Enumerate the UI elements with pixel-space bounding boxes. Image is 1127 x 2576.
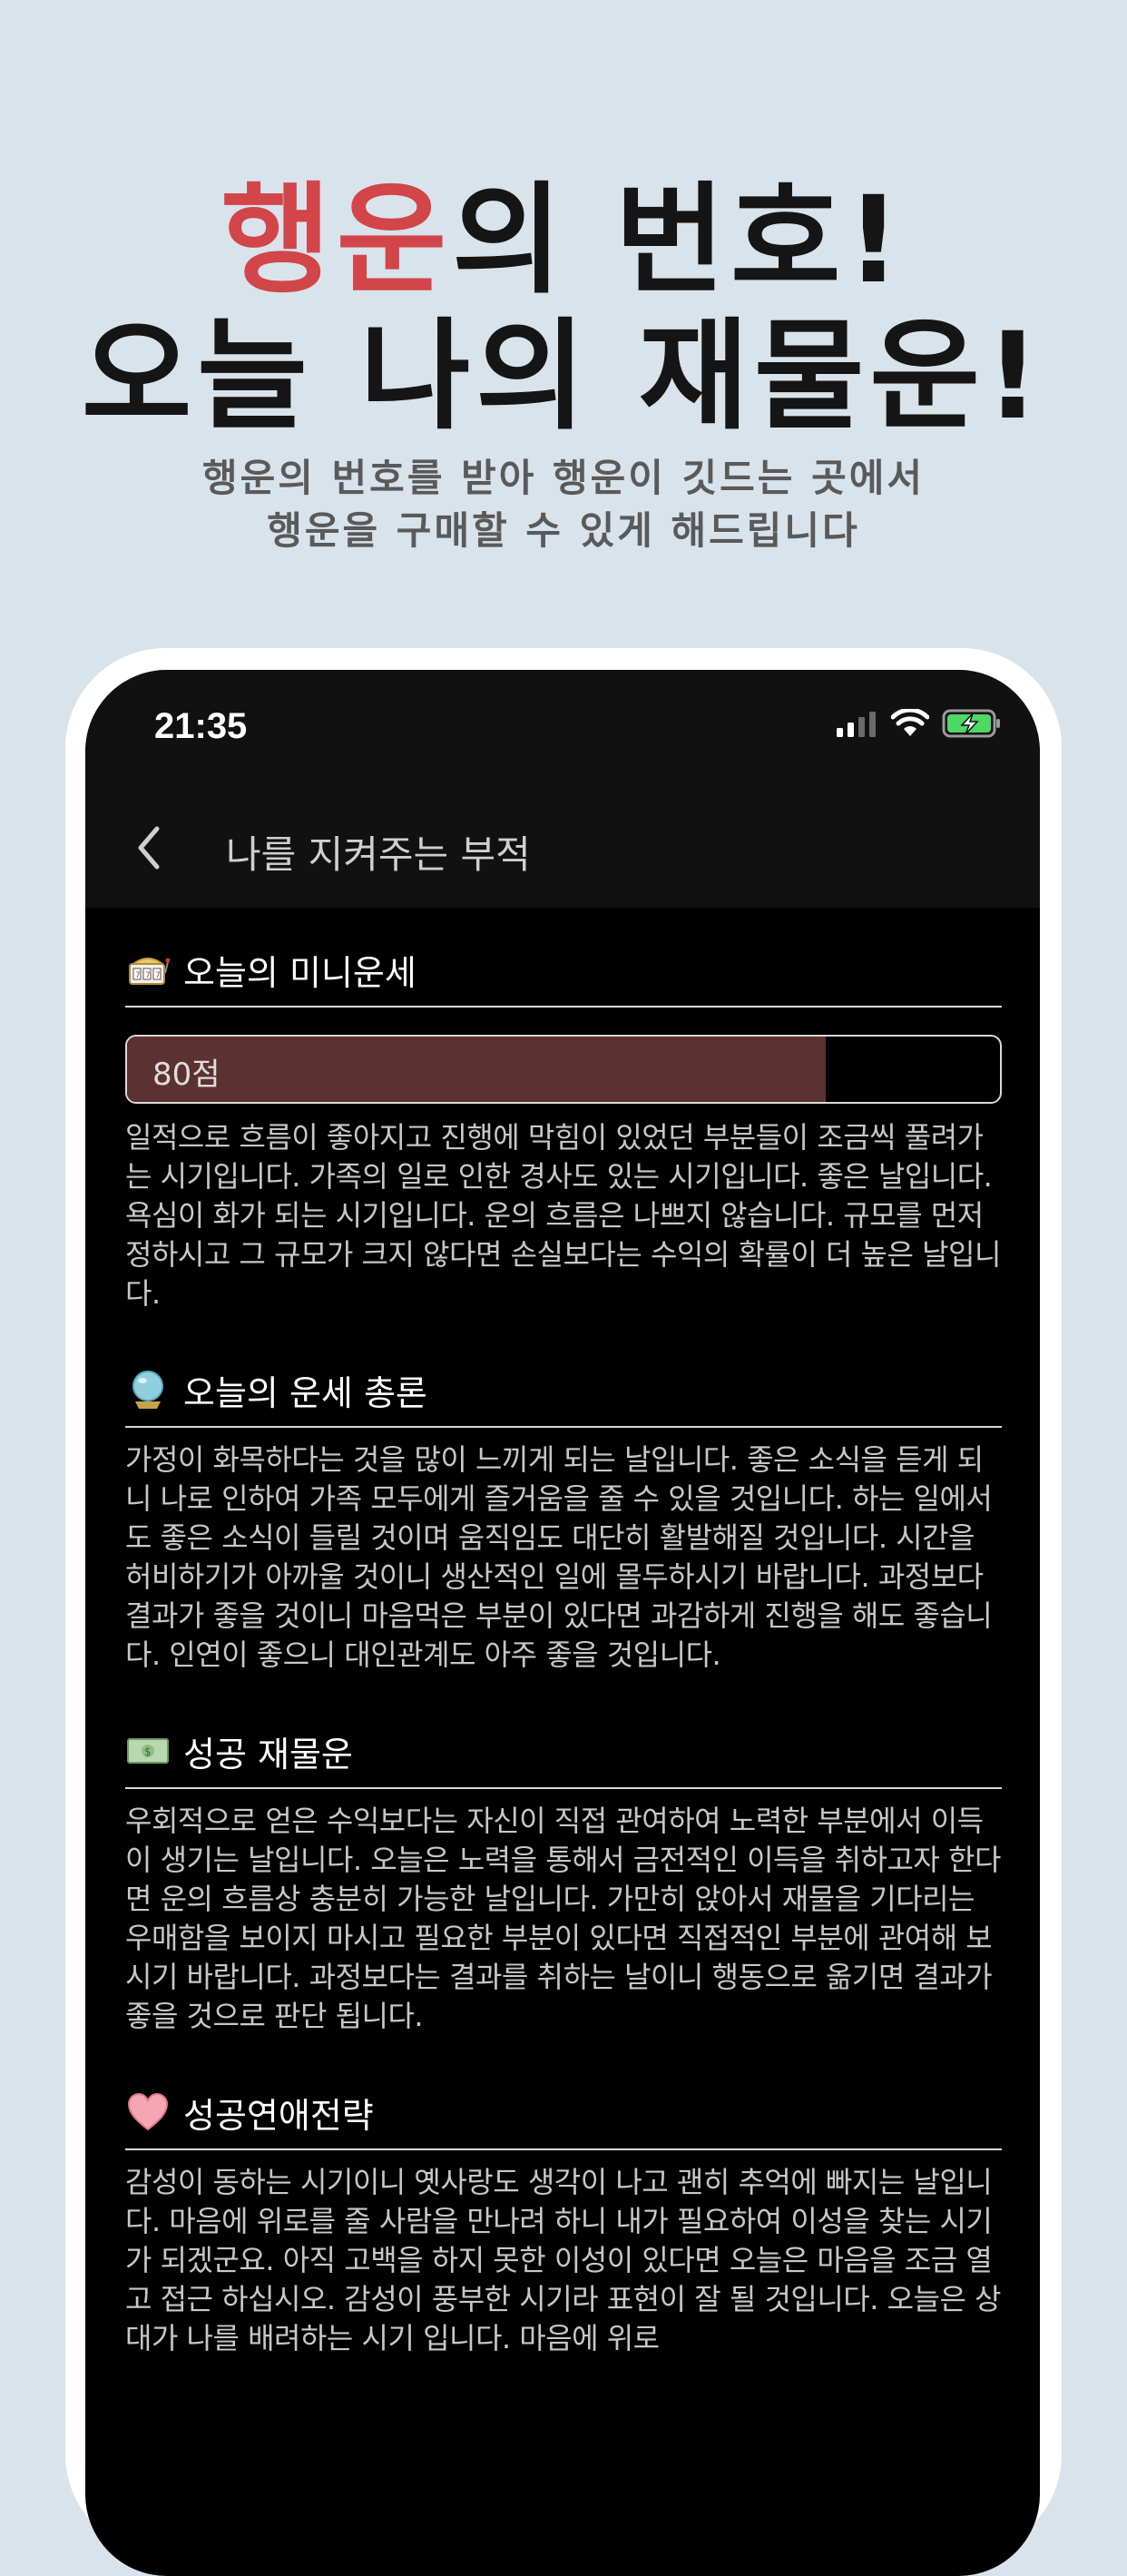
crystal-ball-icon [125,1367,171,1412]
section-title: 성공연애전략 [183,2095,374,2136]
money-bill-icon: $ [125,1728,171,1774]
section-body: 우회적으로 얻은 수익보다는 자신이 직접 관여하여 노력한 부분에서 이득이 … [125,1804,1001,2033]
wifi-icon [891,709,929,736]
svg-text:7: 7 [145,971,151,980]
nav-title: 나를 지켜주는 부적 [226,832,531,877]
battery-charging-icon [942,709,1000,738]
score-bar: 80점 [125,1035,1002,1104]
headline-accent: 행운 [220,171,453,310]
nav-bar: 나를 지켜주는 부적 [85,788,1040,908]
section-wealth-luck: $ 성공 재물운 우회적으로 얻은 수익보다는 자신이 직접 관여하여 노력한 … [125,1722,1002,2036]
headline-line-2: 오늘 나의 재물운! [81,307,1046,447]
promo-headline: 행운의 번호! 오늘 나의 재물운! [0,172,1127,445]
svg-text:$: $ [144,1745,152,1758]
section-body: 가정이 화목하다는 것을 많이 느끼게 되는 날입니다. 좋은 소식을 듣게 되… [125,1442,993,1672]
score-fill [127,1037,826,1102]
slot-machine-icon: 7 7 7 [125,947,171,992]
chevron-left-icon [138,826,160,870]
section-love-strategy: 성공연애전략 감성이 동하는 시기이니 옛사랑도 생각이 나고 괜히 추억에 빠… [125,2083,1002,2358]
phone-screen: 21:35 나를 지켜주는 부적 7 7 7 오늘의 미니운세 80점 일적으로… [85,670,1040,2576]
headline-line-1-rest: 의 번호! [452,171,906,310]
section-header: 성공연애전략 [125,2083,1002,2150]
heart-icon [125,2089,171,2135]
svg-text:7: 7 [155,971,161,980]
fortune-content[interactable]: 7 7 7 오늘의 미니운세 80점 일적으로 흐름이 좋아지고 진행에 막힘이… [125,940,1002,2405]
section-title: 오늘의 미니운세 [183,952,416,993]
status-bar: 21:35 [85,670,1040,788]
subhead-line-1: 행운의 번호를 받아 행운이 깃드는 곳에서 [202,456,925,500]
signal-icon [837,712,876,737]
section-mini-fortune: 7 7 7 오늘의 미니운세 80점 일적으로 흐름이 좋아지고 진행에 막힘이… [125,940,1002,1313]
status-time: 21:35 [154,706,248,746]
score-label: 80점 [152,1057,220,1093]
status-icons [835,708,1002,739]
subhead-line-2: 행운을 구매할 수 있게 해드립니다 [267,508,860,553]
section-title: 오늘의 운세 총론 [183,1372,427,1413]
promo-subhead: 행운의 번호를 받아 행운이 깃드는 곳에서 행운을 구매할 수 있게 해드립니… [0,452,1127,557]
section-daily-overview: 오늘의 운세 총론 가정이 화목하다는 것을 많이 느끼게 되는 날입니다. 좋… [125,1361,1002,1675]
section-header: $ 성공 재물운 [125,1722,1002,1789]
section-header: 7 7 7 오늘의 미니운세 [125,940,1002,1008]
section-header: 오늘의 운세 총론 [125,1361,1002,1428]
headline-line-1: 행운의 번호! [0,172,1127,309]
section-body: 감성이 동하는 시기이니 옛사랑도 생각이 나고 괜히 추억에 빠지는 날입니다… [125,2165,1002,2355]
back-button[interactable] [122,821,176,875]
section-title: 성공 재물운 [183,1734,353,1775]
svg-text:7: 7 [135,971,141,980]
section-body: 일적으로 흐름이 좋아지고 진행에 막힘이 있었던 부분들이 조금씩 풀려가는 … [125,1120,1001,1311]
